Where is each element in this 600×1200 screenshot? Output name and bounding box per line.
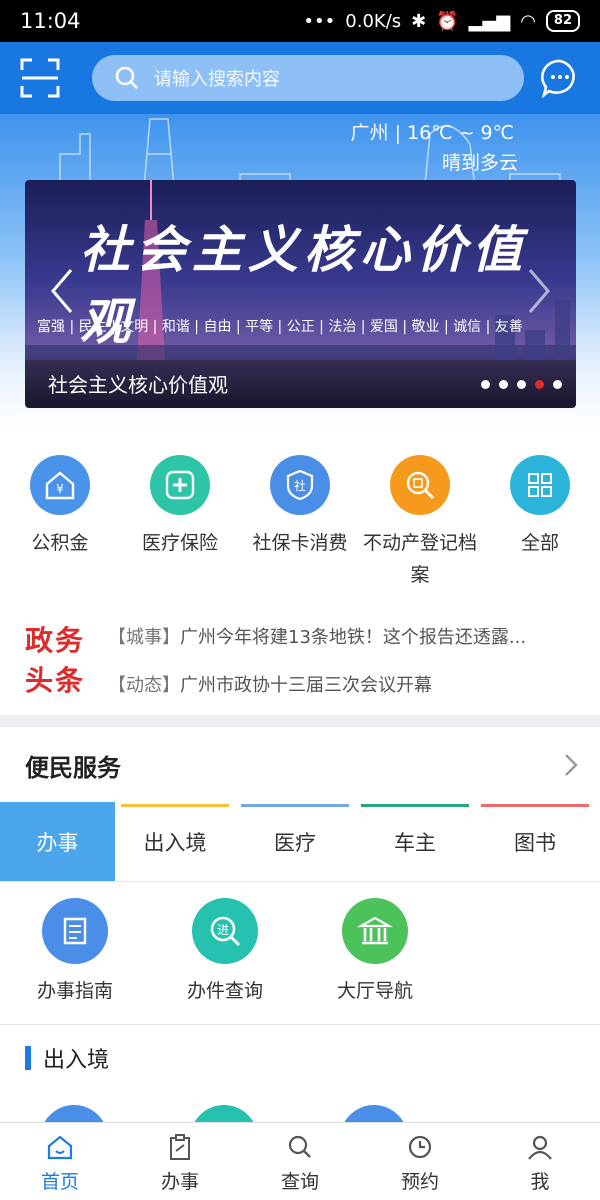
carousel-dot[interactable] <box>481 380 490 389</box>
tab-immigration[interactable]: 出入境 <box>115 802 235 881</box>
scan-icon[interactable] <box>20 58 60 98</box>
service-label: 全部 <box>520 532 559 554</box>
service-medical-insurance[interactable]: 医疗保险 <box>120 455 240 595</box>
clipboard-icon <box>170 1134 190 1160</box>
news-brand: 政务 头条 <box>25 624 86 697</box>
svg-text:¥: ¥ <box>56 482 64 496</box>
service-all[interactable]: 全部 <box>480 455 600 595</box>
grid-icon <box>510 455 570 515</box>
social-card-icon: 社 <box>270 455 330 515</box>
tabbar-booking[interactable]: 预约 <box>360 1123 480 1200</box>
svg-text:进: 进 <box>217 923 229 937</box>
battery-level: 82 <box>545 10 580 32</box>
tab-medical[interactable]: 医疗 <box>235 802 355 881</box>
tabbar-search[interactable]: 查询 <box>240 1123 360 1200</box>
property-search-icon <box>390 455 450 515</box>
network-speed: 0.0K/s <box>345 10 402 32</box>
service-social-card[interactable]: 社 社保卡消费 <box>240 455 360 595</box>
service-property-archive[interactable]: 不动产登记档案 <box>360 455 480 595</box>
service-label: 医疗保险 <box>141 532 218 554</box>
weather-temp: 16℃ ~ 9℃ <box>407 122 514 144</box>
bottom-tab-bar: 首页 办事 查询 预约 我 <box>0 1122 600 1200</box>
tab-car-owner[interactable]: 车主 <box>355 802 475 881</box>
search-placeholder: 请输入搜索内容 <box>154 69 280 90</box>
medical-cross-icon <box>150 455 210 515</box>
carousel-dots <box>481 380 562 389</box>
service-housing-fund[interactable]: ¥ 公积金 <box>0 455 120 595</box>
quick-hall-navigation[interactable]: 大厅导航 <box>300 898 450 1008</box>
message-icon[interactable] <box>540 58 580 99</box>
banner-carousel[interactable]: 社会主义核心价值观 富强 | 民主 | 文明 | 和谐 | 自由 | 平等 | … <box>25 180 576 408</box>
more-dots-icon: ••• <box>303 10 336 32</box>
chevron-right-icon[interactable] <box>526 266 552 316</box>
signal-icon: ▂▄▆ <box>468 10 511 32</box>
news-item[interactable]: 【动态】广州市政协十三届三次会议开幕 <box>108 671 432 697</box>
section-marker <box>25 1046 31 1070</box>
alarm-icon: ⏰ <box>436 10 459 32</box>
service-tabs: 办事 出入境 医疗 车主 图书 <box>0 802 600 882</box>
quick-label: 办事指南 <box>36 980 113 1002</box>
housing-fund-icon: ¥ <box>30 455 90 515</box>
status-time: 11:04 <box>20 9 81 33</box>
carousel-dot[interactable] <box>553 380 562 389</box>
carousel-dot[interactable] <box>499 380 508 389</box>
tabbar-home[interactable]: 首页 <box>0 1123 120 1200</box>
service-label: 社保卡消费 <box>252 532 348 554</box>
quick-actions: 办事指南 进 办件查询 大厅导航 <box>0 898 450 1008</box>
service-label: 公积金 <box>31 532 89 554</box>
service-label: 不动产登记档案 <box>362 532 477 586</box>
section-title: 便民服务 <box>25 754 121 782</box>
tabbar-affairs[interactable]: 办事 <box>120 1123 240 1200</box>
carousel-dot-active[interactable] <box>535 380 544 389</box>
bluetooth-icon: ✱ <box>411 10 427 32</box>
weather-summary: 广州 | 16℃ ~ 9℃ <box>350 122 514 144</box>
section-gap <box>0 715 600 727</box>
status-bar: 11:04 ••• 0.0K/s ✱ ⏰ ▂▄▆ ◠ 82 <box>0 0 600 42</box>
svg-text:社: 社 <box>294 478 306 493</box>
news-headlines: 政务 头条 【城事】广州今年将建13条地铁！这个报告还透露... 【动态】广州市… <box>0 615 600 705</box>
search-input[interactable]: 请输入搜索内容 <box>92 55 524 101</box>
quick-label: 大厅导航 <box>336 980 413 1002</box>
app-header: 请输入搜索内容 <box>0 42 600 114</box>
divider <box>0 1024 600 1025</box>
search-icon <box>288 1135 311 1158</box>
home-icon <box>47 1135 73 1160</box>
immigration-section-header: 出入境 <box>25 1042 109 1074</box>
hall-building-icon <box>342 898 408 964</box>
search-icon <box>115 66 138 89</box>
banner-caption: 社会主义核心价值观 <box>48 373 228 397</box>
quick-label: 办件查询 <box>186 980 263 1002</box>
tabbar-me[interactable]: 我 <box>480 1123 600 1200</box>
carousel-dot[interactable] <box>517 380 526 389</box>
tab-library[interactable]: 图书 <box>475 802 595 881</box>
quick-progress-query[interactable]: 进 办件查询 <box>150 898 300 1008</box>
service-grid: ¥ 公积金 医疗保险 社 社保卡消费 不动产登记档案 全部 <box>0 455 600 595</box>
chevron-left-icon[interactable] <box>49 266 75 316</box>
quick-guide[interactable]: 办事指南 <box>0 898 150 1008</box>
tab-affairs[interactable]: 办事 <box>0 802 115 881</box>
weather-desc: 晴到多云 <box>441 152 518 174</box>
chevron-right-icon[interactable] <box>562 752 580 778</box>
user-icon <box>528 1135 552 1160</box>
wifi-icon: ◠ <box>520 10 536 32</box>
banner-values: 富强 | 民主 | 文明 | 和谐 | 自由 | 平等 | 公正 | 法治 | … <box>37 319 523 335</box>
news-item[interactable]: 【城事】广州今年将建13条地铁！这个报告还透露... <box>108 623 526 649</box>
clock-icon <box>408 1135 432 1159</box>
weather-city: 广州 <box>350 122 389 144</box>
guide-scroll-icon <box>42 898 108 964</box>
search-progress-icon: 进 <box>192 898 258 964</box>
